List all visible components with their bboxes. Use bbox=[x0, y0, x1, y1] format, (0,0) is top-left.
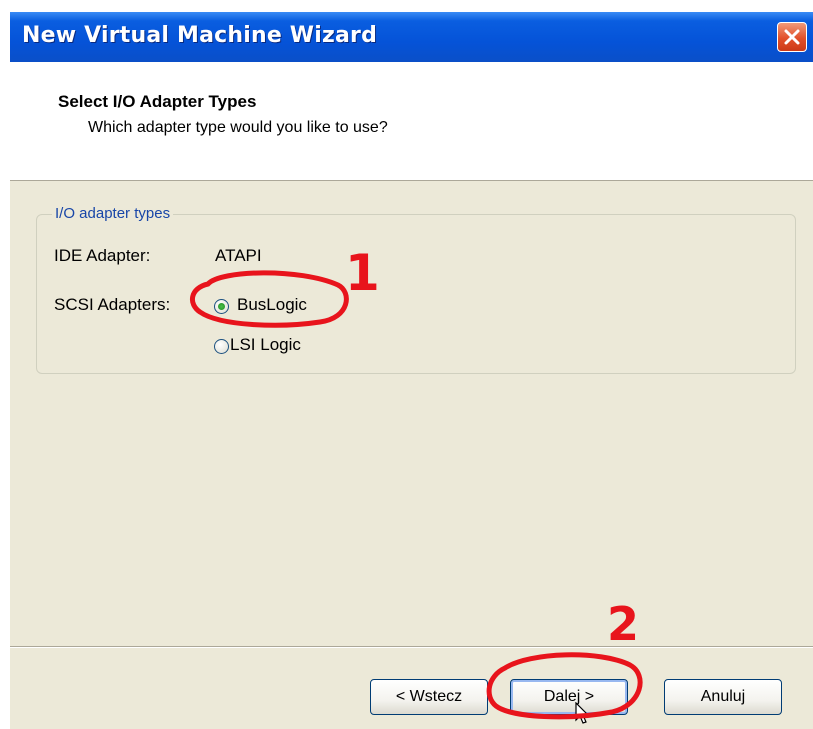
close-button[interactable] bbox=[777, 22, 807, 52]
mouse-cursor-icon bbox=[575, 702, 590, 724]
footer-divider bbox=[10, 646, 813, 648]
radio-buslogic-circle[interactable] bbox=[214, 299, 229, 314]
wizard-header: Select I/O Adapter Types Which adapter t… bbox=[10, 62, 813, 181]
group-legend: I/O adapter types bbox=[52, 205, 174, 222]
page-title: Select I/O Adapter Types bbox=[58, 92, 257, 111]
ide-adapter-label: IDE Adapter: bbox=[54, 246, 151, 265]
next-button[interactable]: Dalej > bbox=[510, 679, 628, 715]
wizard-window: New Virtual Machine Wizard Select I/O Ad… bbox=[10, 12, 813, 729]
ide-adapter-value: ATAPI bbox=[215, 246, 262, 265]
title-bar[interactable]: New Virtual Machine Wizard bbox=[10, 12, 813, 62]
close-x-icon bbox=[784, 29, 800, 45]
scsi-adapters-label: SCSI Adapters: bbox=[54, 295, 171, 314]
radio-lsi-logic-circle[interactable] bbox=[214, 339, 229, 354]
adapter-types-group bbox=[36, 214, 796, 374]
cancel-button[interactable]: Anuluj bbox=[664, 679, 782, 715]
page-subtitle: Which adapter type would you like to use… bbox=[88, 119, 388, 136]
radio-lsi-logic-label[interactable]: LSI Logic bbox=[230, 335, 301, 355]
radio-buslogic-label[interactable]: BusLogic bbox=[237, 295, 307, 315]
back-button[interactable]: < Wstecz bbox=[370, 679, 488, 715]
radio-selected-dot bbox=[218, 303, 225, 310]
window-title: New Virtual Machine Wizard bbox=[22, 23, 378, 48]
